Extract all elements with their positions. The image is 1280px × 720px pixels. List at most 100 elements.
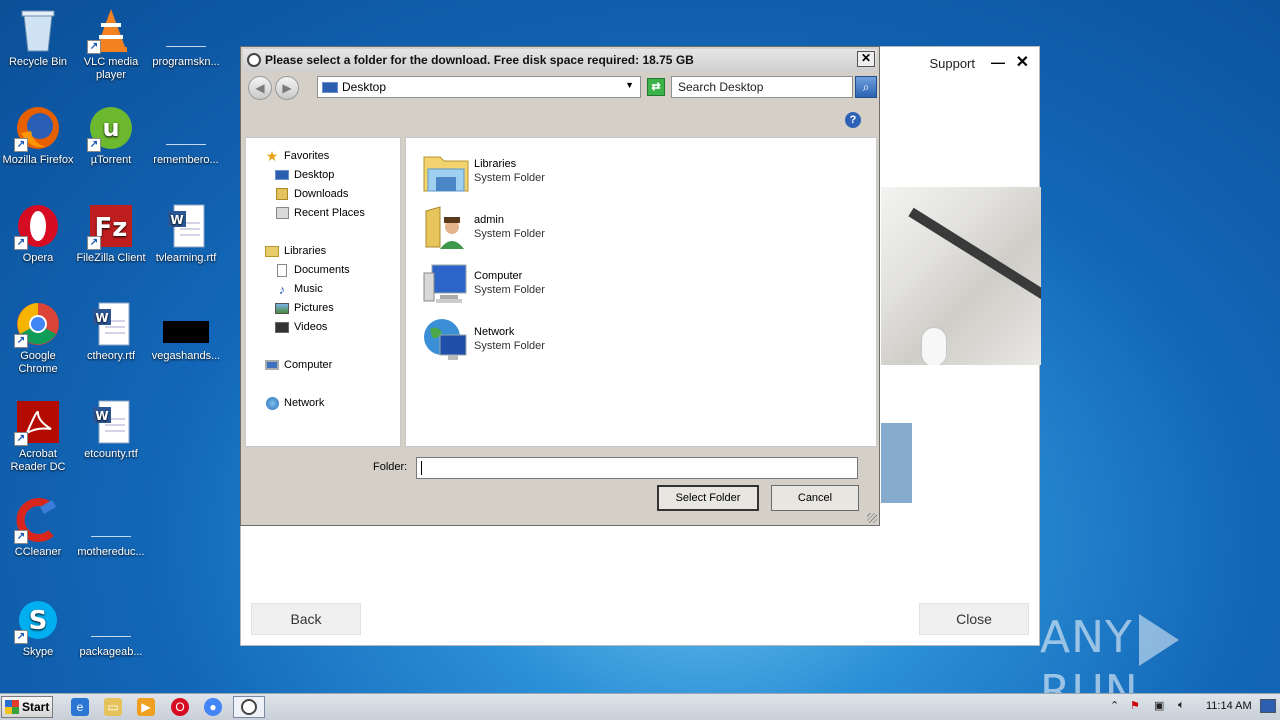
desktop-icon-label: programskn...	[152, 56, 220, 68]
desktop-icon-acrobat[interactable]: ↗ Acrobat Reader DC	[0, 398, 76, 474]
network-tray-icon[interactable]: ▣	[1154, 699, 1164, 712]
tree-item-recent-places[interactable]: Recent Places	[274, 206, 365, 220]
cancel-button[interactable]: Cancel	[771, 485, 859, 511]
forward-arrow-icon[interactable]: ▶	[275, 76, 299, 100]
support-link[interactable]: Support	[929, 56, 975, 71]
desktop-icon-programskn[interactable]: programskn...	[148, 6, 224, 69]
chrome-taskbar-icon[interactable]: ●	[204, 698, 222, 716]
desktop-icon-packageab[interactable]: packageab...	[73, 596, 149, 659]
ie-icon[interactable]: e	[71, 698, 89, 716]
desktop-icon-remembero[interactable]: remembero...	[148, 104, 224, 167]
resize-grip[interactable]	[867, 513, 877, 523]
desktop-icon-label: mothereduc...	[77, 546, 145, 558]
desktop-icon-mothereduc[interactable]: mothereduc...	[73, 496, 149, 559]
navigation-bar: ◀ ▶ Desktop ▼ ⇄ Search Desktop ⌕	[245, 73, 877, 103]
start-button[interactable]: Start	[1, 696, 53, 718]
back-arrow-icon[interactable]: ◀	[248, 76, 272, 100]
desktop-icon-firefox[interactable]: ↗ Mozilla Firefox	[0, 104, 76, 167]
folder-label: Folder:	[373, 461, 408, 473]
file-list-pane: Libraries System Folder admin System Folde…	[405, 137, 877, 447]
libraries-icon	[264, 244, 280, 258]
desktop-icon-skype[interactable]: S ↗ Skype	[0, 596, 76, 659]
help-icon[interactable]: ?	[845, 112, 861, 128]
svg-text:u: u	[102, 114, 119, 142]
file-item-libraries[interactable]: Libraries System Folder	[422, 146, 545, 196]
refresh-icon[interactable]: ⇄	[647, 78, 665, 96]
desktop-icon-vlc[interactable]: ↗ VLC media player	[73, 6, 149, 82]
file-item-name: Network	[474, 326, 515, 338]
tree-item-label: Downloads	[294, 188, 349, 200]
network-globe-icon	[422, 315, 470, 363]
folder-input[interactable]	[416, 457, 858, 479]
desktop-icon-vegashands[interactable]: vegashands...	[148, 300, 224, 363]
active-installer-taskbar-button[interactable]	[233, 696, 265, 718]
file-item-admin[interactable]: admin System Folder	[422, 202, 545, 252]
desktop-icon-label: Skype	[22, 646, 54, 658]
desktop-icon-label: Opera	[22, 252, 54, 264]
file-item-type: System Folder	[474, 228, 545, 240]
dialog-titlebar[interactable]: Please select a folder for the download.…	[243, 49, 877, 71]
libraries-folder-icon	[422, 147, 470, 195]
close-button[interactable]: Close	[919, 603, 1029, 635]
minimize-button[interactable]: —	[991, 54, 1005, 70]
desktop-icon-opera[interactable]: ↗ Opera	[0, 202, 76, 265]
tree-item-downloads[interactable]: Downloads	[274, 187, 348, 201]
banner-image	[881, 187, 1041, 365]
utorrent-icon: u ↗	[87, 104, 135, 152]
volume-icon[interactable]: 🔈︎	[1178, 699, 1185, 712]
dialog-close-button[interactable]: ✕	[857, 51, 875, 67]
desktop-icon	[274, 168, 290, 182]
desktop-small-icon	[322, 81, 338, 93]
opera-icon: ↗	[14, 202, 62, 250]
tree-item-label: Music	[294, 283, 323, 295]
tree-item-computer[interactable]: Computer	[264, 358, 332, 372]
explorer-icon[interactable]: ▭	[104, 698, 122, 716]
tree-item-desktop[interactable]: Desktop	[274, 168, 334, 182]
tree-item-network[interactable]: Network	[264, 396, 324, 410]
tree-item-music[interactable]: ♪ Music	[274, 282, 323, 297]
desktop-icon-ctheory[interactable]: W ctheory.rtf	[73, 300, 149, 363]
tree-item-pictures[interactable]: Pictures	[274, 301, 334, 315]
svg-text:S: S	[29, 606, 48, 636]
select-folder-button[interactable]: Select Folder	[657, 485, 759, 511]
installer-close-icon[interactable]: ✕	[1016, 52, 1029, 72]
chevron-down-icon[interactable]: ▼	[625, 80, 634, 90]
tray-expand-icon[interactable]: ⌃	[1110, 699, 1119, 712]
blank-file-icon	[162, 104, 210, 152]
tree-item-favorites[interactable]: ★ Favorites	[264, 148, 330, 164]
desktop-icon-tvlearning[interactable]: W tvlearning.rtf	[148, 202, 224, 265]
taskbar: Start e ▭ ▶ O ● ⌃ ⚑ ▣ 🔈︎ 11:14 AM	[0, 693, 1280, 720]
folder-select-dialog: Please select a folder for the download.…	[240, 46, 880, 526]
recent-places-icon	[274, 206, 290, 220]
desktop-icon-ccleaner[interactable]: ↗ CCleaner	[0, 496, 76, 559]
back-button[interactable]: Back	[251, 603, 361, 635]
opera-taskbar-icon[interactable]: O	[171, 698, 189, 716]
media-player-icon[interactable]: ▶	[137, 698, 155, 716]
desktop-icon-filezilla[interactable]: Fz ↗ FileZilla Client	[73, 202, 149, 265]
search-icon[interactable]: ⌕	[855, 76, 877, 98]
desktop-icon-recycle-bin[interactable]: Recycle Bin	[0, 6, 76, 69]
black-thumbnail-icon	[162, 300, 210, 348]
desktop-icon-label: packageab...	[79, 646, 143, 658]
tree-item-videos[interactable]: Videos	[274, 320, 327, 334]
desktop-icon-chrome[interactable]: ↗ Google Chrome	[0, 300, 76, 376]
action-center-icon[interactable]: ⚑	[1130, 699, 1140, 712]
network-icon	[264, 396, 280, 410]
tree-item-libraries[interactable]: Libraries	[264, 244, 326, 258]
tree-item-documents[interactable]: Documents	[274, 263, 350, 277]
file-item-network[interactable]: Network System Folder	[422, 314, 545, 364]
clock[interactable]: 11:14 AM	[1206, 700, 1252, 712]
search-input[interactable]: Search Desktop	[671, 76, 853, 98]
word-doc-icon: W	[162, 202, 210, 250]
file-item-computer[interactable]: Computer System Folder	[422, 258, 545, 308]
downloads-icon	[274, 187, 290, 201]
desktop-icon-utorrent[interactable]: u ↗ µTorrent	[73, 104, 149, 167]
show-desktop-icon[interactable]	[1260, 699, 1276, 713]
dialog-title: Please select a folder for the download.…	[265, 53, 694, 67]
desktop-icon-etcounty[interactable]: W etcounty.rtf	[73, 398, 149, 461]
file-item-name: Computer	[474, 270, 523, 282]
address-bar[interactable]: Desktop ▼	[317, 76, 641, 98]
skype-icon: S ↗	[14, 596, 62, 644]
blank-file-icon	[87, 596, 135, 644]
navigation-pane: ★ Favorites Desktop Downloads Recent Pla…	[245, 137, 401, 447]
